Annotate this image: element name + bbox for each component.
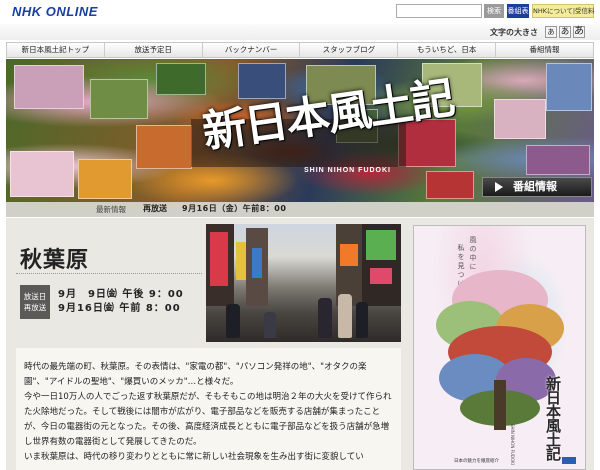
latest-info-bar: 最新情報 再放送 9月16日（金）午前8：00 — [6, 202, 594, 217]
episode-description: 時代の最先端の町、秋葉原。その表情は、"家電の都"、"パソコン発祥の地"、"オタ… — [24, 360, 393, 465]
main-content: 秋葉原 放送日 再放送 9月 9日㈮ 午後 9：00 9月16日㈮ 午前 8：0… — [6, 218, 594, 470]
font-size-large-button[interactable]: あ — [573, 26, 585, 38]
poster-footer-text: 日本の魅力を徹底紹介 — [454, 459, 499, 464]
program-info-label: 番組情報 — [513, 180, 557, 193]
pedestrian — [226, 304, 240, 338]
nav-top[interactable]: 新日本風土記トップ — [7, 43, 105, 57]
search-input[interactable] — [396, 4, 482, 18]
akihabara-street-photo — [206, 224, 401, 342]
title-divider — [16, 273, 202, 274]
program-nav: 新日本風土記トップ 放送予定日 バックナンバー スタッフブログ もういちど、日本… — [6, 42, 594, 58]
hero-banner: 新日本風土記 SHIN NIHON FUDOKI 番組情報 — [6, 59, 594, 202]
pedestrian — [318, 298, 332, 338]
nav-program-info[interactable]: 番組情報 — [496, 43, 593, 57]
banner-photo-tile — [546, 63, 592, 111]
banner-romaji-title: SHIN NIHON FUDOKI — [304, 167, 391, 174]
banner-photo-tile — [156, 63, 206, 95]
latest-info-label: 最新情報 — [96, 205, 126, 214]
latest-info-date[interactable]: 9月16日（金）午前8：00 — [182, 203, 286, 214]
pedestrian — [338, 294, 352, 338]
program-info-button[interactable]: 番組情報 — [482, 177, 592, 197]
nhk-online-logo[interactable]: NHK ONLINE — [12, 4, 98, 19]
about-nhk-button[interactable]: NHKについて|受信料 — [532, 4, 595, 18]
nav-once-more-japan[interactable]: もういちど、日本 — [398, 43, 497, 57]
banner-photo-tile — [526, 145, 590, 175]
banner-photo-tile — [494, 99, 546, 139]
banner-photo-tile — [426, 171, 474, 199]
air-date-rebroadcast: 9月16日㈮ 午前 8：00 — [58, 303, 181, 314]
episode-description-panel: 時代の最先端の町、秋葉原。その表情は、"家電の都"、"パソコン発祥の地"、"オタ… — [16, 348, 401, 470]
banner-photo-tile — [10, 151, 74, 197]
pedestrian — [264, 312, 276, 338]
air-label-broadcast: 放送日 — [23, 292, 47, 301]
nav-back-numbers[interactable]: バックナンバー — [203, 43, 301, 57]
banner-photo-tile — [90, 79, 148, 119]
shop-sign — [366, 230, 396, 260]
nav-schedule[interactable]: 放送予定日 — [105, 43, 203, 57]
pedestrian — [356, 302, 368, 338]
program-poster[interactable]: 風の中に 私を見つける。 新日本風土記 SHIN NIHON FUDOKI 日本… — [413, 225, 586, 470]
shop-sign — [236, 242, 246, 280]
font-size-small-button[interactable]: あ — [545, 26, 557, 38]
search-button[interactable]: 検索 — [484, 4, 504, 18]
shop-sign — [370, 268, 392, 284]
air-label-box: 放送日 再放送 — [20, 285, 50, 319]
description-paragraph: いま秋葉原は、時代の移り変わりとともに常に新しい社会現象を生み出す街に変貌してい — [24, 452, 364, 462]
program-guide-button[interactable]: 番組表 — [507, 4, 529, 18]
episode-title: 秋葉原 — [20, 247, 90, 273]
poster-title: 新日本風土記 — [544, 376, 562, 460]
font-size-bar: 文字の大きさ あ あ あ — [0, 24, 600, 40]
description-paragraph: 時代の最先端の町、秋葉原。その表情は、"家電の都"、"パソコン発祥の地"、"オタ… — [24, 362, 367, 387]
poster-romaji: SHIN NIHON FUDOKI — [510, 424, 515, 465]
air-dates: 9月 9日㈮ 午後 9：00 9月16日㈮ 午前 8：00 — [58, 288, 184, 316]
nav-staff-blog[interactable]: スタッフブログ — [300, 43, 399, 57]
top-bar: NHK ONLINE 検索 番組表 NHKについて|受信料 — [0, 0, 600, 22]
banner-photo-tile — [136, 125, 192, 169]
shop-sign — [252, 248, 262, 278]
banner-photo-tile — [14, 65, 84, 109]
banner-photo-tile — [78, 159, 132, 199]
font-size-medium-button[interactable]: あ — [559, 26, 571, 38]
description-paragraph: 今や一日10万人の人でごった返す秋葉原だが、そもそもこの地は明治２年の大火を受け… — [24, 392, 392, 447]
latest-info-text[interactable]: 再放送 — [143, 203, 167, 214]
shop-sign — [210, 232, 228, 286]
tree-trunk — [494, 380, 506, 430]
play-arrow-icon — [495, 182, 503, 192]
nhk-logo-icon — [562, 457, 576, 464]
air-label-rebroadcast: 再放送 — [23, 303, 47, 312]
shop-sign — [340, 244, 358, 266]
font-size-label: 文字の大きさ — [490, 28, 538, 37]
air-date-broadcast: 9月 9日㈮ 午後 9：00 — [58, 289, 184, 300]
